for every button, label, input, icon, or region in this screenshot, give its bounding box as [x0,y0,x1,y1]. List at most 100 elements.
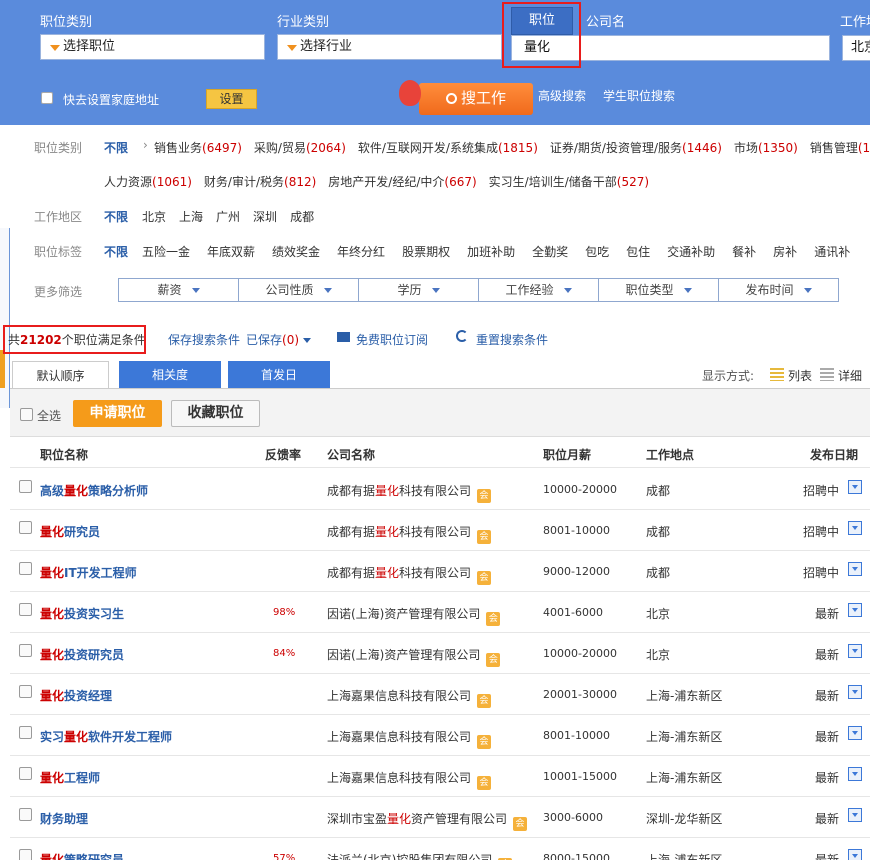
filter-area-any[interactable]: 不限 [104,208,128,225]
job-title-link[interactable]: 量化投资实习生 [40,605,124,622]
row-checkbox[interactable] [19,767,32,780]
row-checkbox[interactable] [19,808,32,821]
category-filter-item[interactable]: 实习生/培训生/储备干部(527) [489,175,649,189]
row-checkbox[interactable] [19,603,32,616]
row-checkbox[interactable] [19,849,32,860]
category-filter-item[interactable]: 销售管理(12 [810,141,870,155]
apply-job-button[interactable]: 申请职位 [73,400,162,427]
company-link[interactable]: 法派兰(北京)控股集团有限公司会 [327,851,513,860]
save-search-link[interactable]: 保存搜索条件 [168,331,240,348]
expand-row-icon[interactable] [848,726,862,740]
area-filter-item[interactable]: 广州 [216,210,240,224]
tab-company-name[interactable]: 公司名 [586,11,625,30]
settings-button[interactable]: 设置 [206,89,257,109]
more-filter-select[interactable]: 公司性质 [238,278,359,302]
tag-filter-item[interactable]: 年底双薪 [207,245,255,259]
tab-default-order[interactable]: 默认顺序 [12,361,109,389]
more-filter-select[interactable]: 职位类型 [598,278,719,302]
company-link[interactable]: 深圳市宝盈量化资产管理有限公司会 [327,810,528,831]
expand-row-icon[interactable] [848,849,862,860]
tag-filter-item[interactable]: 包吃 [585,245,609,259]
tag-filter-item[interactable]: 全勤奖 [532,245,568,259]
tag-filter-item[interactable]: 包住 [626,245,650,259]
home-address-checkbox[interactable] [41,92,53,104]
category-filter-item[interactable]: 软件/互联网开发/系统集成(1815) [358,141,538,155]
list-view-label[interactable]: 列表 [788,367,812,384]
job-title-link[interactable]: 高级量化策略分析师 [40,482,148,499]
job-title-link[interactable]: 量化策略研究员 [40,851,124,860]
detail-view-label[interactable]: 详细 [838,367,862,384]
row-checkbox[interactable] [19,644,32,657]
expand-row-icon[interactable] [848,521,862,535]
expand-row-icon[interactable] [848,562,862,576]
tag-filter-item[interactable]: 绩效奖金 [272,245,320,259]
category-filter-item[interactable]: 采购/贸易(2064) [254,141,346,155]
category-filter-item[interactable]: 房地产开发/经纪/中介(667) [328,175,476,189]
saved-searches-dropdown[interactable]: 已保存(0) [246,331,311,348]
job-title-link[interactable]: 财务助理 [40,810,88,827]
expand-row-icon[interactable] [848,808,862,822]
list-view-icon[interactable] [770,368,784,381]
expand-row-icon[interactable] [848,644,862,658]
category-filter-item[interactable]: 财务/审计/税务(812) [204,175,316,189]
more-filter-select[interactable]: 发布时间 [718,278,839,302]
tag-filter-item[interactable]: 房补 [773,245,797,259]
side-panel-tab[interactable] [0,350,5,388]
company-link[interactable]: 因诺(上海)资产管理有限公司会 [327,605,501,626]
reset-search-link[interactable]: 重置搜索条件 [476,331,548,348]
job-title-link[interactable]: 量化IT开发工程师 [40,564,137,581]
tag-filter-item[interactable]: 五险一金 [142,245,190,259]
row-checkbox[interactable] [19,521,32,534]
more-filter-select[interactable]: 工作经验 [478,278,599,302]
company-link[interactable]: 上海嘉果信息科技有限公司会 [327,687,492,708]
category-filter-item[interactable]: 销售业务(6497) [154,141,242,155]
tab-relevance[interactable]: 相关度 [119,361,221,389]
row-checkbox[interactable] [19,726,32,739]
company-link[interactable]: 成都有据量化科技有限公司会 [327,482,492,503]
filter-category-any[interactable]: 不限 [104,139,128,156]
tag-filter-item[interactable]: 年终分红 [337,245,385,259]
area-filter-item[interactable]: 成都 [290,210,314,224]
tag-filter-item[interactable]: 加班补助 [467,245,515,259]
company-link[interactable]: 因诺(上海)资产管理有限公司会 [327,646,501,667]
row-checkbox[interactable] [19,562,32,575]
expand-row-icon[interactable] [848,685,862,699]
job-title-link[interactable]: 量化工程师 [40,769,100,786]
category-filter-item[interactable]: 市场(1350) [734,141,798,155]
job-title-link[interactable]: 实习量化软件开发工程师 [40,728,172,745]
row-checkbox[interactable] [19,480,32,493]
row-checkbox[interactable] [19,685,32,698]
company-link[interactable]: 上海嘉果信息科技有限公司会 [327,728,492,749]
company-link[interactable]: 上海嘉果信息科技有限公司会 [327,769,492,790]
tag-filter-item[interactable]: 股票期权 [402,245,450,259]
detail-view-icon[interactable] [820,368,834,381]
job-title-link[interactable]: 量化投资经理 [40,687,112,704]
company-link[interactable]: 成都有据量化科技有限公司会 [327,523,492,544]
tag-filter-item[interactable]: 通讯补 [814,245,850,259]
filter-tag-any[interactable]: 不限 [104,243,128,260]
job-category-select[interactable]: 选择职位 [40,34,265,60]
area-filter-item[interactable]: 上海 [179,210,203,224]
tab-first-posted[interactable]: 首发日 [228,361,330,389]
search-button[interactable]: 搜工作 [419,83,533,115]
tag-filter-item[interactable]: 交通补助 [667,245,715,259]
job-title-link[interactable]: 量化投资研究员 [40,646,124,663]
student-job-search-link[interactable]: 学生职位搜索 [603,87,675,104]
expand-row-icon[interactable] [848,480,862,494]
advanced-search-link[interactable]: 高级搜索 [538,87,586,104]
category-filter-item[interactable]: 人力资源(1061) [104,175,192,189]
city-input[interactable]: 北京 [842,35,870,61]
industry-select[interactable]: 选择行业 [277,34,502,60]
expand-row-icon[interactable] [848,603,862,617]
job-title-link[interactable]: 量化研究员 [40,523,100,540]
category-filter-item[interactable]: 证券/期货/投资管理/服务(1446) [550,141,722,155]
subscribe-link[interactable]: 免费职位订阅 [356,331,428,348]
area-filter-item[interactable]: 北京 [142,210,166,224]
area-filter-item[interactable]: 深圳 [253,210,277,224]
more-filter-select[interactable]: 薪资 [118,278,239,302]
company-link[interactable]: 成都有据量化科技有限公司会 [327,564,492,585]
expand-row-icon[interactable] [848,767,862,781]
select-all-checkbox[interactable] [20,408,33,421]
more-filter-select[interactable]: 学历 [358,278,479,302]
favorite-job-button[interactable]: 收藏职位 [171,400,260,427]
